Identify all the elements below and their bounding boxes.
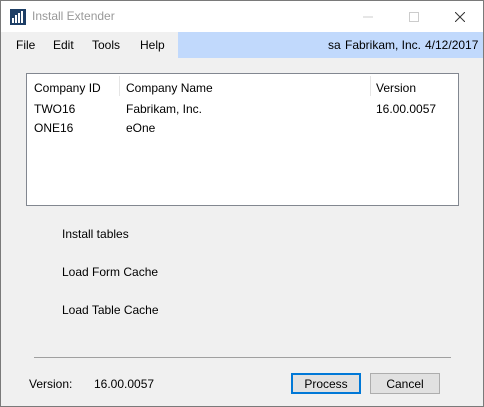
menu-tools[interactable]: Tools [92, 38, 120, 52]
bar-chart-app-icon [10, 9, 26, 25]
process-button[interactable]: Process [291, 373, 361, 394]
menu-bar: File Edit Tools Help sa Fabrikam, Inc. 4… [1, 32, 483, 58]
load-table-cache-label: Load Table Cache [62, 303, 159, 317]
load-form-cache-label: Load Form Cache [62, 265, 159, 279]
company-list[interactable]: Company ID Company Name Version TWO16 Fa… [26, 73, 459, 206]
cell-company-name: eOne [126, 121, 156, 135]
close-icon[interactable] [437, 1, 483, 32]
minimize-icon[interactable] [345, 1, 391, 32]
menu-file[interactable]: File [16, 38, 35, 52]
column-divider[interactable] [119, 76, 120, 96]
cell-version: 16.00.0057 [376, 102, 437, 116]
version-label: Version: [29, 377, 73, 391]
window-title: Install Extender [32, 9, 115, 23]
cell-company-name: Fabrikam, Inc. [126, 102, 203, 116]
user-id: sa [328, 38, 341, 52]
cell-company-id: ONE16 [34, 121, 74, 135]
version-value: 16.00.0057 [94, 377, 155, 391]
install-tables-label: Install tables [62, 227, 129, 241]
column-divider[interactable] [370, 76, 371, 96]
title-bar[interactable]: Install Extender [1, 1, 483, 32]
user-info-strip: sa Fabrikam, Inc. 4/12/2017 [178, 32, 483, 58]
column-header-company-id[interactable]: Company ID [34, 81, 101, 95]
current-company: Fabrikam, Inc. [345, 38, 422, 52]
cell-company-id: TWO16 [34, 102, 76, 116]
maximize-icon[interactable] [391, 1, 437, 32]
install-extender-window: Install Extender File Edit Tools Help sa… [0, 0, 484, 407]
column-header-version[interactable]: Version [376, 81, 416, 95]
menu-edit[interactable]: Edit [53, 38, 74, 52]
cancel-button[interactable]: Cancel [370, 373, 440, 394]
user-date: 4/12/2017 [425, 38, 479, 52]
divider [34, 357, 451, 358]
column-header-company-name[interactable]: Company Name [126, 81, 213, 95]
menu-help[interactable]: Help [140, 38, 165, 52]
